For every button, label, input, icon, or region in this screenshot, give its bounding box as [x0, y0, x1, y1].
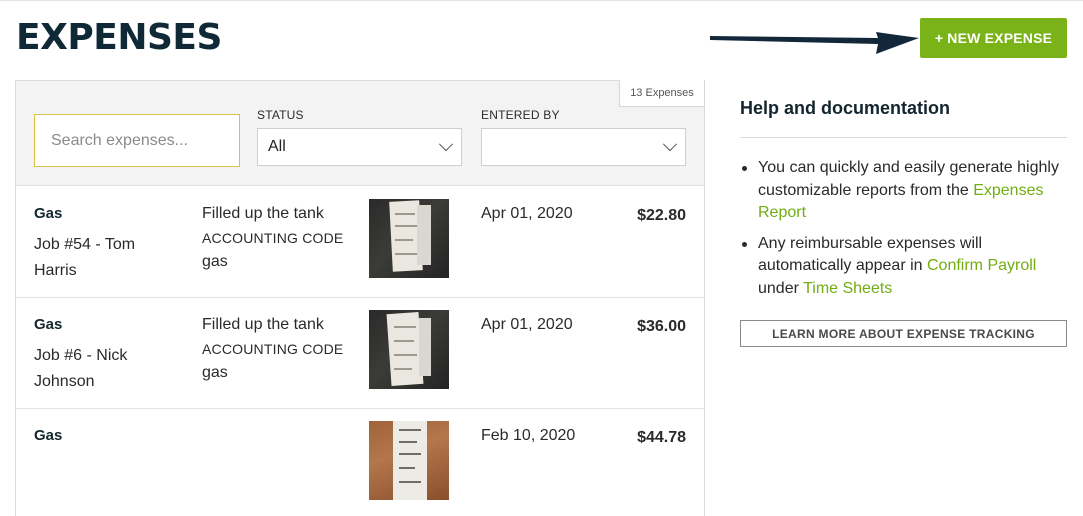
table-row[interactable]: Gas Job #6 - Nick Johnson Filled up the …: [16, 298, 704, 409]
receipt-thumbnail[interactable]: [369, 421, 449, 500]
time-sheets-link[interactable]: Time Sheets: [803, 280, 892, 297]
expense-count-badge: 13 Expenses: [619, 80, 705, 107]
expense-amount: $44.78: [637, 429, 686, 446]
help-divider: [740, 137, 1067, 138]
receipt-thumbnail[interactable]: [369, 199, 449, 278]
top-divider: [0, 0, 1083, 1]
chevron-down-icon: [438, 137, 454, 152]
status-label: STATUS: [257, 108, 304, 122]
table-row[interactable]: Gas Job #54 - Tom Harris Filled up the t…: [16, 187, 704, 298]
help-list: You can quickly and easily generate high…: [740, 157, 1070, 308]
expense-description: Filled up the tank: [202, 205, 324, 222]
expenses-panel: 13 Expenses STATUS All ENTERED BY Gas Jo…: [15, 80, 705, 516]
help-item-reimbursable: Any reimbursable expenses will automatic…: [740, 233, 1070, 301]
chevron-down-icon: [662, 137, 678, 152]
filters-bar: 13 Expenses STATUS All ENTERED BY: [16, 80, 705, 186]
confirm-payroll-link[interactable]: Confirm Payroll: [927, 257, 1036, 274]
callout-arrow-icon: [710, 32, 919, 54]
accounting-code: gas: [202, 364, 228, 381]
expense-date: Apr 01, 2020: [481, 205, 573, 222]
entered-by-select[interactable]: [481, 128, 686, 166]
help-title: Help and documentation: [740, 98, 951, 118]
status-select[interactable]: All: [257, 128, 462, 166]
expense-job: Job #6 - Nick Johnson: [34, 347, 128, 390]
learn-more-button[interactable]: LEARN MORE ABOUT EXPENSE TRACKING: [740, 320, 1067, 347]
expense-category: Gas: [34, 427, 63, 444]
entered-by-label: ENTERED BY: [481, 108, 560, 122]
expense-date: Apr 01, 2020: [481, 316, 573, 333]
table-row[interactable]: Gas Feb 10, 2020 $44.78: [16, 409, 704, 516]
expense-category: Gas: [34, 205, 63, 222]
page-title: EXPENSES: [16, 17, 222, 58]
status-select-value: All: [268, 138, 286, 155]
expense-description: Filled up the tank: [202, 316, 324, 333]
expense-amount: $22.80: [637, 207, 686, 224]
search-input[interactable]: [34, 114, 240, 167]
expense-job: Job #54 - Tom Harris: [34, 236, 136, 279]
help-item-reports: You can quickly and easily generate high…: [740, 157, 1070, 225]
expense-amount: $36.00: [637, 318, 686, 335]
expense-date: Feb 10, 2020: [481, 427, 576, 444]
receipt-thumbnail[interactable]: [369, 310, 449, 389]
accounting-code-label: ACCOUNTING CODE: [202, 341, 344, 357]
accounting-code-label: ACCOUNTING CODE: [202, 230, 344, 246]
new-expense-button[interactable]: + NEW EXPENSE: [920, 18, 1067, 58]
accounting-code: gas: [202, 253, 228, 270]
expense-category: Gas: [34, 316, 63, 333]
